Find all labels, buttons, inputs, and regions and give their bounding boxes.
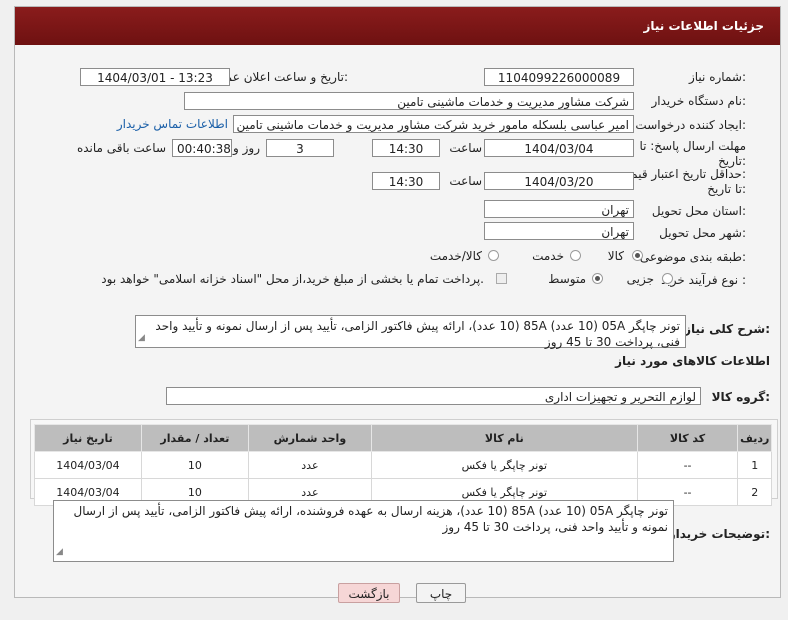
process-radio-medium[interactable] (592, 273, 603, 284)
remaining-time-label: ساعت باقی مانده (76, 141, 166, 155)
description-textarea[interactable]: تونر چاپگر 05A (10 عدد) 85A (10 عدد)، ار… (135, 315, 686, 349)
col-need-date: تاریخ نیاز (34, 424, 142, 452)
col-row-number: ردیف (737, 424, 772, 452)
request-creator-field: امیر عباسی بلسکله مامور خرید شرکت مشاور … (233, 115, 634, 133)
col-item-code: کد کالا (636, 424, 739, 452)
cell-need-date: 1404/03/04 (34, 451, 142, 479)
description-label: شرح کلی نیاز: (684, 322, 770, 336)
days-label: روز و (233, 141, 260, 155)
process-option-medium: متوسط (548, 272, 586, 286)
category-radio-goods[interactable] (632, 250, 643, 261)
goods-group-label: گروه کالا: (711, 390, 770, 404)
treasury-payment-note: پرداخت تمام یا بخشی از مبلغ خرید،از محل … (101, 272, 484, 286)
cell-quantity: 10 (140, 451, 249, 479)
buyer-contact-link[interactable]: اطلاعات تماس خریدار (117, 117, 228, 131)
description-text: تونر چاپگر 05A (10 عدد) 85A (10 عدد)، ار… (155, 319, 680, 349)
col-unit: واحد شمارش (247, 424, 372, 452)
cell-item-code: -- (636, 451, 739, 479)
category-option-goods: کالا (607, 249, 624, 263)
cell-unit: عدد (247, 451, 372, 479)
panel-title: جزئیات اطلاعات نیاز (643, 19, 764, 33)
need-number-label: شماره نیاز: (688, 70, 746, 84)
province-field: تهران (484, 200, 634, 218)
reply-time-field: 14:30 (372, 139, 440, 157)
process-option-minor: جزیی (626, 272, 654, 286)
price-validity-time-field: 14:30 (372, 172, 440, 190)
goods-group-field: لوازم التحریر و تجهیزات اداری (166, 387, 701, 405)
process-radio-minor[interactable] (662, 273, 673, 284)
col-quantity: تعداد / مقدار (140, 424, 249, 452)
category-label: طبقه بندی موضوعی: (639, 250, 746, 264)
category-radio-service[interactable] (570, 250, 581, 261)
city-field: تهران (484, 222, 634, 240)
remaining-time-field: 00:40:38 (172, 139, 232, 157)
cell-row-number: 1 (737, 451, 772, 479)
print-button[interactable]: چاپ (416, 583, 466, 603)
panel-header: جزئیات اطلاعات نیاز (15, 7, 780, 45)
resize-grip-icon[interactable]: ◢ (56, 544, 63, 560)
reply-time-label: ساعت (449, 141, 482, 155)
price-validity-label-date: تا تاریخ: (707, 182, 746, 196)
items-table: ردیف کد کالا نام کالا واحد شمارش تعداد /… (34, 424, 772, 506)
process-type-label: نوع فرآیند خرید : (661, 273, 746, 287)
price-validity-label: حداقل تاریخ اعتبار قیمت: (619, 167, 746, 181)
treasury-payment-checkbox[interactable] (496, 273, 507, 284)
reply-date-field: 1404/03/04 (484, 139, 634, 157)
buyer-notes-text: تونر چاپگر 05A (10 عدد) 85A (10 عدد)، هز… (73, 504, 669, 534)
table-row[interactable]: 1 -- تونر چاپگر یا فکس عدد 10 1404/03/04 (34, 451, 772, 479)
category-option-service: خدمت (532, 249, 564, 263)
buyer-notes-textarea[interactable]: تونر چاپگر 05A (10 عدد) 85A (10 عدد)، هز… (53, 500, 674, 562)
col-item-name: نام کالا (370, 424, 638, 452)
buyer-org-label: نام دستگاه خریدار: (651, 94, 747, 108)
buyer-org-field: شرکت مشاور مدیریت و خدمات ماشینی تامین (184, 92, 634, 110)
announce-datetime-field: 1404/03/01 - 13:23 (80, 68, 230, 86)
reply-deadline-label: مهلت ارسال پاسخ: تا (639, 139, 746, 153)
category-option-goods-service: کالا/خدمت (429, 249, 482, 263)
buyer-notes-label: توضیحات خریدار: (668, 527, 770, 541)
price-validity-time-label: ساعت (449, 174, 482, 188)
price-validity-date-field: 1404/03/20 (484, 172, 634, 190)
reply-deadline-label-date: تاریخ: (718, 154, 746, 168)
province-label: استان محل تحویل: (651, 204, 746, 218)
request-creator-label: ایجاد کننده درخواست: (635, 118, 746, 132)
remaining-days-field: 3 (266, 139, 334, 157)
cell-row-number: 2 (737, 478, 772, 506)
resize-grip-icon[interactable]: ◢ (138, 330, 145, 346)
table-header-row: ردیف کد کالا نام کالا واحد شمارش تعداد /… (34, 424, 772, 452)
cell-item-name: تونر چاپگر یا فکس (370, 451, 638, 479)
back-button[interactable]: بازگشت (338, 583, 400, 603)
goods-info-title: اطلاعات کالاهای مورد نیاز (615, 354, 770, 368)
category-radio-goods-service[interactable] (488, 250, 499, 261)
need-number-field: 1104099226000089 (484, 68, 634, 86)
city-label: شهر محل تحویل: (659, 226, 746, 240)
